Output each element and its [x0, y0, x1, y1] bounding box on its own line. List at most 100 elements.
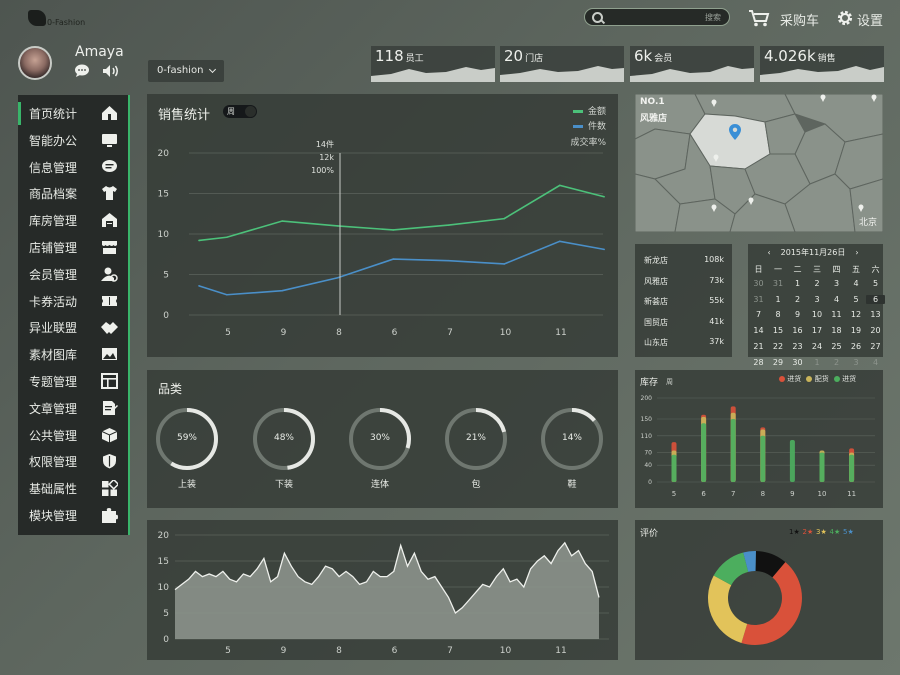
inventory-bar[interactable]	[789, 440, 795, 482]
calendar-day[interactable]: 23	[788, 342, 807, 351]
data-point[interactable]	[392, 258, 395, 260]
speaker-icon[interactable]	[102, 64, 120, 78]
data-point[interactable]	[336, 276, 339, 279]
settings-label[interactable]: 设置	[857, 10, 883, 29]
calendar-day[interactable]: 26	[847, 342, 866, 351]
inventory-bar[interactable]	[819, 452, 825, 482]
data-point[interactable]	[503, 217, 506, 220]
calendar-day[interactable]: 20	[866, 326, 885, 335]
sidebar-item-13[interactable]: 权限管理	[18, 448, 128, 475]
calendar-day[interactable]: 3	[827, 279, 846, 288]
data-point[interactable]	[392, 229, 395, 231]
data-point[interactable]	[336, 225, 339, 227]
inventory-bar[interactable]	[730, 419, 736, 482]
category-item[interactable]: 14% 鞋	[537, 404, 607, 494]
data-point[interactable]	[447, 224, 450, 226]
search-input[interactable]: 搜索	[584, 8, 730, 26]
sidebar-item-1[interactable]: 智能办公	[18, 127, 128, 154]
calendar-day[interactable]: 12	[847, 310, 866, 319]
calendar-day[interactable]: 1	[808, 358, 827, 367]
calendar-day[interactable]: 28	[749, 358, 768, 367]
calendar-day[interactable]: 2	[788, 295, 807, 304]
inventory-bar[interactable]	[701, 423, 707, 482]
data-point[interactable]	[603, 248, 605, 251]
calendar-day[interactable]: 2	[808, 279, 827, 288]
store-ranking-row[interactable]: 新荟店 55k	[644, 296, 724, 307]
calendar-day[interactable]: 7	[749, 310, 768, 319]
calendar-day[interactable]: 4	[866, 358, 885, 367]
kpi-stores[interactable]: 20 门店	[500, 46, 624, 82]
data-point[interactable]	[225, 293, 228, 296]
data-point[interactable]	[603, 195, 605, 198]
inventory-bar[interactable]	[671, 454, 677, 482]
store-ranking-row[interactable]: 新龙店 108k	[644, 255, 724, 266]
calendar-day[interactable]: 24	[808, 342, 827, 351]
sidebar-item-4[interactable]: 库房管理	[18, 207, 128, 234]
calendar-day[interactable]: 3	[808, 295, 827, 304]
calendar-day[interactable]: 5	[847, 295, 866, 304]
calendar-day[interactable]: 11	[827, 310, 846, 319]
calendar-day[interactable]: 19	[847, 326, 866, 335]
category-item[interactable]: 48% 下装	[249, 404, 319, 494]
sidebar-item-8[interactable]: 异业联盟	[18, 314, 128, 341]
sidebar-item-10[interactable]: 专题管理	[18, 368, 128, 395]
calendar-day[interactable]: 4	[847, 279, 866, 288]
calendar-day[interactable]: 17	[808, 326, 827, 335]
data-point[interactable]	[198, 285, 200, 287]
store-ranking-row[interactable]: 国贸店 41k	[644, 317, 724, 328]
calendar-day[interactable]: 27	[866, 342, 885, 351]
store-ranking-row[interactable]: 山东店 37k	[644, 337, 724, 348]
data-point[interactable]	[447, 259, 450, 262]
data-point[interactable]	[558, 240, 561, 243]
calendar-day[interactable]: 5	[866, 279, 885, 288]
calendar-day[interactable]: 22	[769, 342, 788, 351]
chat-icon[interactable]	[74, 64, 90, 78]
map-pin-icon[interactable]	[729, 124, 741, 140]
sidebar-item-11[interactable]: 文章管理	[18, 395, 128, 422]
cart-label[interactable]: 采购车	[780, 10, 819, 29]
kpi-staff[interactable]: 118 员工	[371, 46, 495, 82]
calendar-day[interactable]: 25	[827, 342, 846, 351]
data-point[interactable]	[198, 239, 200, 242]
category-item[interactable]: 21% 包	[441, 404, 511, 494]
category-item[interactable]: 59% 上装	[152, 404, 222, 494]
sidebar-item-7[interactable]: 卡券活动	[18, 288, 128, 315]
calendar-day[interactable]: 31	[749, 295, 768, 304]
gear-icon[interactable]	[836, 9, 854, 27]
donut-slice[interactable]	[708, 575, 748, 643]
calendar-day[interactable]: 30	[749, 279, 768, 288]
calendar-day[interactable]: 9	[788, 310, 807, 319]
calendar-day[interactable]: 30	[788, 358, 807, 367]
calendar-prev-button[interactable]: ‹	[767, 248, 770, 257]
store-select[interactable]: 0-fashion	[148, 60, 224, 82]
data-point[interactable]	[281, 220, 284, 222]
calendar-day[interactable]: 3	[847, 358, 866, 367]
calendar-day[interactable]: 2	[827, 358, 846, 367]
kpi-sales[interactable]: 4.026k 销售	[760, 46, 884, 82]
sidebar-item-12[interactable]: 公共管理	[18, 422, 128, 449]
data-point[interactable]	[558, 184, 561, 187]
store-ranking-row[interactable]: 风雅店 73k	[644, 276, 724, 287]
calendar-day[interactable]: 10	[808, 310, 827, 319]
cart-icon[interactable]	[748, 9, 770, 27]
sidebar-item-15[interactable]: 模块管理	[18, 502, 128, 529]
inventory-bar[interactable]	[849, 454, 855, 482]
calendar-day[interactable]: 15	[769, 326, 788, 335]
calendar-day[interactable]: 16	[788, 326, 807, 335]
calendar-day[interactable]: 4	[827, 295, 846, 304]
sidebar-item-2[interactable]: 信息管理	[18, 154, 128, 181]
calendar-day[interactable]: 29	[769, 358, 788, 367]
data-point[interactable]	[281, 289, 284, 292]
data-point[interactable]	[503, 263, 506, 265]
calendar-day[interactable]: 18	[827, 326, 846, 335]
calendar-day[interactable]: 13	[866, 310, 885, 319]
sidebar-item-0[interactable]: 首页统计	[18, 100, 128, 127]
calendar-day[interactable]: 14	[749, 326, 768, 335]
inventory-bar[interactable]	[760, 435, 766, 482]
sidebar-item-14[interactable]: 基础属性	[18, 475, 128, 502]
calendar-day[interactable]: 31	[769, 279, 788, 288]
calendar-day[interactable]: 1	[788, 279, 807, 288]
sidebar-item-5[interactable]: 店铺管理	[18, 234, 128, 261]
calendar-day[interactable]: 1	[769, 295, 788, 304]
avatar[interactable]	[18, 46, 52, 80]
